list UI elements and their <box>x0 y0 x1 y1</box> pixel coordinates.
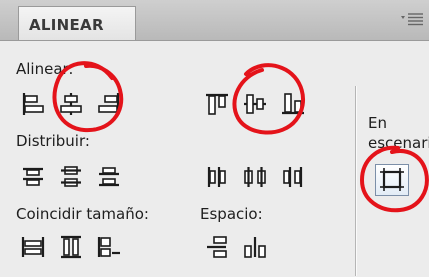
stage-label-line1: En <box>368 114 387 132</box>
match-width-icon[interactable] <box>20 234 46 260</box>
distribute-horizontal-center-icon[interactable] <box>242 164 268 190</box>
distribute-bottom-icon[interactable] <box>96 164 122 190</box>
space-evenly-vertically-icon[interactable] <box>204 234 230 260</box>
stage-label-line2: escenario <box>368 134 429 152</box>
align-vertical-center-icon[interactable] <box>242 91 268 117</box>
match-height-icon[interactable] <box>58 234 84 260</box>
stage-divider <box>355 86 356 276</box>
match-size-section-label: Coincidir tamaño: <box>16 205 149 223</box>
align-left-icon[interactable] <box>20 91 46 117</box>
distribute-section-label: Distribuir: <box>16 132 90 150</box>
align-bottom-icon[interactable] <box>280 91 306 117</box>
match-width-and-height-icon[interactable] <box>96 234 122 260</box>
align-section-label: Alinear: <box>16 60 74 78</box>
align-panel: ALINEAR Alinear: Distribuir: Coincidir t… <box>0 0 429 277</box>
distribute-right-icon[interactable] <box>280 164 306 190</box>
panel-tab-bar: ALINEAR <box>0 0 429 41</box>
align-right-icon[interactable] <box>96 91 122 117</box>
align-top-icon[interactable] <box>204 91 230 117</box>
tab-label: ALINEAR <box>29 16 104 34</box>
align-to-stage-icon[interactable] <box>375 164 409 196</box>
panel-menu-icon[interactable] <box>399 10 425 28</box>
distribute-left-icon[interactable] <box>204 164 230 190</box>
space-section-label: Espacio: <box>200 205 263 223</box>
align-horizontal-center-icon[interactable] <box>58 91 84 117</box>
space-evenly-horizontally-icon[interactable] <box>242 234 268 260</box>
tab-alinear[interactable]: ALINEAR <box>18 6 136 40</box>
distribute-top-icon[interactable] <box>20 164 46 190</box>
distribute-vertical-center-icon[interactable] <box>58 164 84 190</box>
